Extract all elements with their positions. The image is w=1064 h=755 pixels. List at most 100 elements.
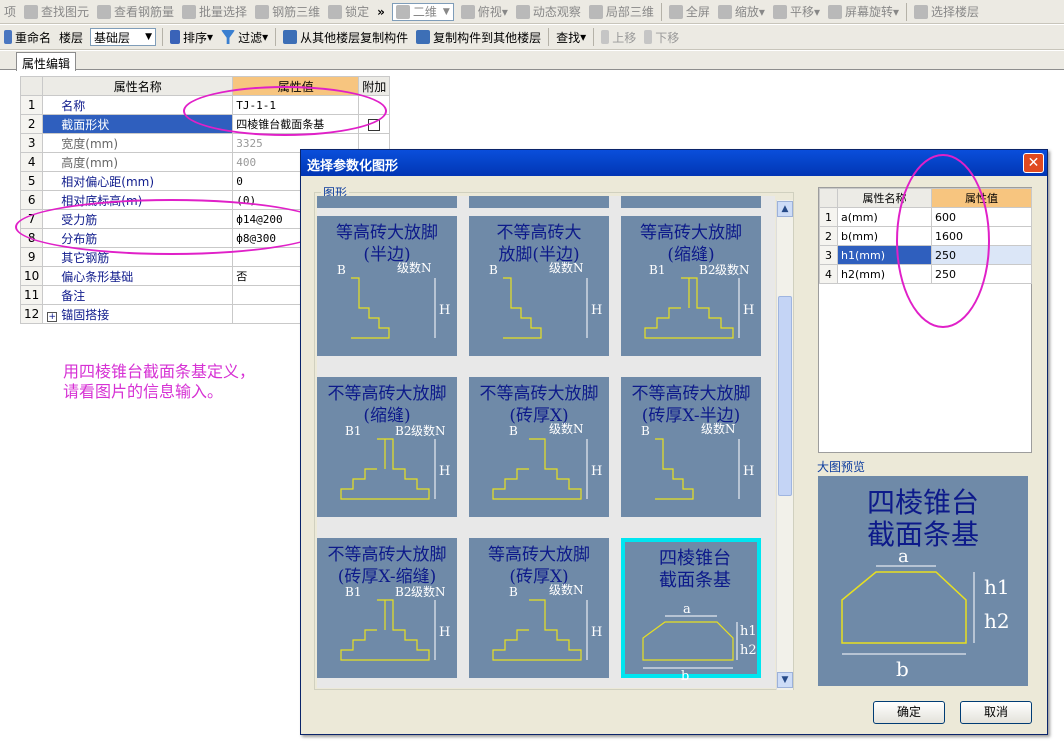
property-name-cell[interactable]: 分布筋 [42,228,234,248]
rebar-3d-button[interactable]: 钢筋三维 [251,1,324,23]
property-name-cell[interactable]: 受力筋 [42,209,234,229]
property-name: 相对偏心距(mm) [61,174,155,189]
table-row[interactable]: 2 b(mm) 1600 [819,226,1032,246]
toolbar-separator [162,28,164,46]
shape-option[interactable]: 等高砖大放脚 (半边) B 级数N H [317,216,457,356]
property-name-cell[interactable]: 高度(mm) [42,152,234,172]
label-steps: 级数N [411,584,446,599]
zoom-icon [717,4,732,19]
expand-icon[interactable]: + [47,311,58,322]
shape-title-line: 不等高砖大放脚 [480,384,599,404]
property-name-cell[interactable]: 偏心条形基础 [42,266,234,286]
shape-option[interactable]: 不等高砖大放脚 (砖厚X) B 级数N H [469,377,609,517]
param-value-cell[interactable]: 250 [931,245,1032,265]
param-name-cell[interactable]: b(mm) [837,226,932,246]
param-value-cell[interactable]: 250 [931,264,1032,284]
shape-drawing: 不等高砖大放脚(缩缝)B1 B2 级数N H [328,384,450,500]
property-name-cell[interactable]: 名称 [42,95,234,115]
toolbar-separator [548,28,550,46]
sort-button[interactable]: 排序 ▾ [166,26,217,48]
scroll-down-button[interactable]: ▼ [777,672,793,688]
table-row[interactable]: 1 a(mm) 600 [819,207,1032,227]
shape-option[interactable]: 等高砖大放脚 (砖厚X) B 级数N H [469,538,609,678]
property-name-cell[interactable]: 备注 [42,285,234,305]
shape-option[interactable]: 不等高砖大放脚 (缩缝) B1 B2 级数N H [317,377,457,517]
label-steps: 级数N [549,421,584,436]
property-name-cell[interactable]: 其它钢筋 [42,247,234,267]
label-b: B [489,263,498,277]
param-name-cell[interactable]: h2(mm) [837,264,932,284]
view-mode-select[interactable]: 二维 ▼ [391,2,454,21]
close-button[interactable]: ✕ [1023,153,1044,173]
shape-option[interactable]: 不等高砖大放脚 (砖厚X-缩缝) B1 B2 级数N H [317,538,457,678]
table-row[interactable]: 3 h1(mm) 250 [819,245,1032,265]
row-number-header [19,76,44,96]
param-name-cell[interactable]: a(mm) [837,207,932,227]
select-floor-button[interactable]: 选择楼层 [910,1,983,23]
find-element-button[interactable]: 查找图元 [20,1,93,23]
find-button[interactable]: 查找 ▾ [552,26,590,48]
dialog-title: 选择参数化图形 [301,150,1047,176]
shape-option[interactable]: 不等高砖大 放脚(半边) B 级数N H [469,216,609,356]
floor-select[interactable]: 基础层 ▼ [90,28,157,46]
table-row[interactable]: 4 h2(mm) 250 [819,264,1032,284]
shape-option-partial[interactable] [469,196,609,208]
shape-drawing: 不等高砖大放脚(半边)B 级数NH [489,223,602,339]
toolbar-overflow-button[interactable]: » [373,1,389,23]
toolbar-item-truncated[interactable]: 项 [0,1,20,23]
property-value-header: 属性值 [232,76,360,96]
shape-option-partial[interactable] [621,196,761,208]
screen-rotate-button[interactable]: 屏幕旋转 ▾ [824,1,903,23]
row-number: 3 [19,133,44,153]
pan-button[interactable]: 平移 ▾ [769,1,824,23]
param-value-cell[interactable]: 1600 [931,226,1032,246]
extra-cell[interactable] [358,95,391,115]
ok-button[interactable]: 确定 [873,701,945,724]
label-h: H [439,625,450,640]
gallery-scrollbar[interactable]: ▲ ▼ [776,200,793,690]
batch-select-button[interactable]: 批量选择 [178,1,251,23]
lock-button[interactable]: 锁定 [324,1,373,23]
tab-property-edit[interactable]: 属性编辑 [16,52,77,71]
filter-button[interactable]: 过滤 ▾ [217,26,272,48]
dynamic-observe-button[interactable]: 动态观察 [512,1,585,23]
shape-option[interactable]: 不等高砖大放脚 (砖厚X-半边) B 级数N H [621,377,761,517]
shape-option[interactable]: 等高砖大放脚 (缩缝) B1 B2 级数N H [621,216,761,356]
label-h: H [743,464,754,479]
property-name-cell[interactable]: + 锚固搭接 [42,304,234,324]
property-name-cell[interactable]: 相对偏心距(mm) [42,171,234,191]
rename-button[interactable]: 重命名 [0,26,55,48]
param-value-cell[interactable]: 600 [931,207,1032,227]
property-name-cell[interactable]: 相对底标高(m) [42,190,234,210]
param-name-cell[interactable]: h1(mm) [837,245,932,265]
table-row[interactable]: 1 名称 TJ-1-1 [19,95,391,115]
copy-from-other-floor-button[interactable]: 从其他楼层复制构件 [279,26,412,48]
label-b: B [509,424,518,438]
label-b: B [509,585,518,599]
local-3d-button[interactable]: 局部三维 [585,1,658,23]
label-steps: 级数N [715,262,750,277]
move-down-button[interactable]: 下移 [640,26,683,48]
cancel-button[interactable]: 取消 [960,701,1032,724]
chevron-down-icon: ▼ [442,6,450,17]
table-row[interactable]: 2 截面形状 四棱锥台截面条基 [19,114,391,134]
preview-label: 大图预览 [817,460,866,474]
shape-title-line: 不等高砖大 [497,223,582,243]
extra-cell[interactable] [358,114,391,134]
top-view-button[interactable]: 俯视 ▾ [457,1,512,23]
property-value-cell[interactable]: TJ-1-1 [232,95,360,115]
shape-option[interactable]: 四棱锥台 截面条基 a h1 h2 b [621,538,761,682]
shape-option-partial[interactable] [317,196,457,208]
property-value-cell[interactable]: 四棱锥台截面条基 [232,114,360,134]
scroll-up-button[interactable]: ▲ [777,201,793,217]
shape-title-line: 四棱锥台 [659,548,731,569]
property-name-cell[interactable]: 宽度(mm) [42,133,234,153]
scroll-thumb[interactable] [778,296,792,496]
copy-to-other-floor-button[interactable]: 复制构件到其他楼层 [412,26,545,48]
zoom-button[interactable]: 缩放 ▾ [714,1,769,23]
fullscreen-button[interactable]: 全屏 [665,1,714,23]
move-up-button[interactable]: 上移 [597,26,640,48]
view-rebar-amount-button[interactable]: 查看钢筋量 [93,1,178,23]
extra-checkbox[interactable] [368,118,381,131]
property-name-cell[interactable]: 截面形状 [42,114,234,134]
